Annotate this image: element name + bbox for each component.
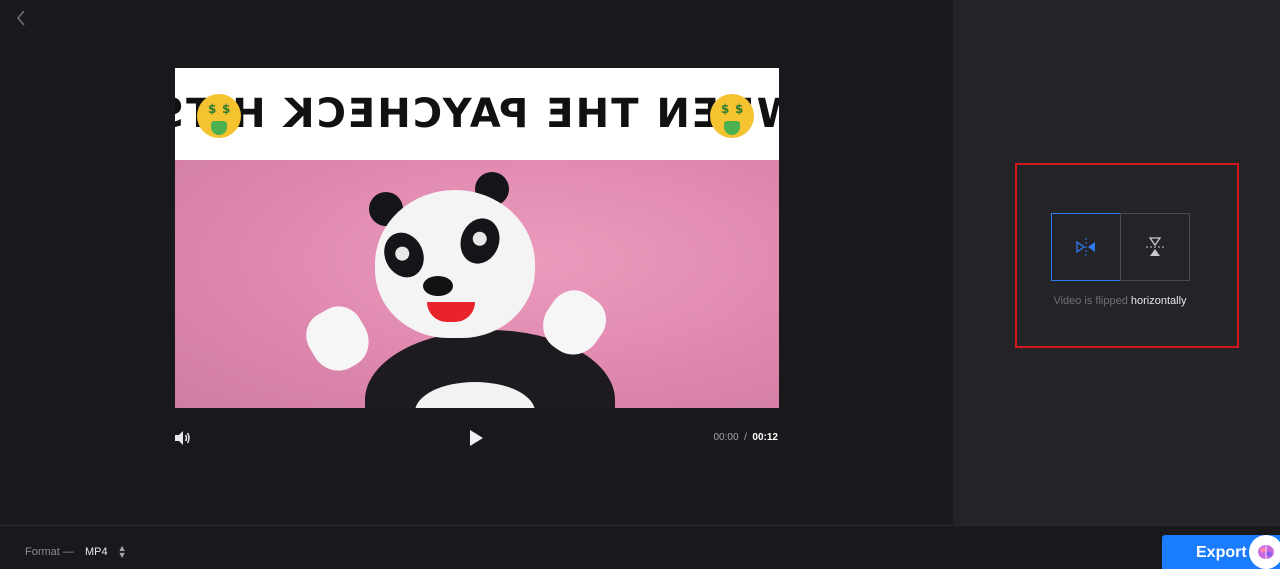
flip-horizontal-button[interactable] bbox=[1051, 213, 1121, 281]
export-label: Export bbox=[1196, 544, 1247, 561]
flip-status-text: Video is flipped horizontally bbox=[1015, 295, 1225, 307]
flip-vertical-icon bbox=[1146, 237, 1164, 256]
video-caption: WHEN THE PAYCHECK HITS bbox=[175, 91, 779, 137]
select-arrows-icon: ▲ ▼ bbox=[117, 543, 127, 560]
duration: 00:12 bbox=[752, 432, 778, 443]
play-icon bbox=[470, 430, 483, 446]
flip-vertical-button[interactable] bbox=[1120, 213, 1190, 281]
money-mouth-face-icon: $ $ bbox=[710, 94, 754, 138]
format-label: Format — bbox=[25, 546, 74, 558]
video-frame bbox=[175, 160, 779, 408]
volume-button[interactable] bbox=[173, 429, 191, 447]
video-preview: WHEN THE PAYCHECK HITS $ $ $ $ bbox=[175, 68, 779, 408]
assistant-button[interactable] bbox=[1249, 535, 1280, 569]
format-select[interactable]: MP4 ▲ ▼ bbox=[85, 543, 127, 560]
play-button[interactable] bbox=[467, 428, 485, 448]
chevron-left-icon bbox=[16, 10, 25, 26]
bottom-bar bbox=[0, 525, 1280, 567]
flip-status-prefix: Video is flipped bbox=[1053, 295, 1128, 307]
flip-status-mode: horizontally bbox=[1130, 295, 1187, 307]
money-mouth-face-icon: $ $ bbox=[197, 94, 241, 138]
current-time: 00:00 bbox=[713, 432, 739, 443]
back-button[interactable] bbox=[10, 7, 32, 29]
flip-horizontal-icon bbox=[1076, 238, 1095, 256]
format-value: MP4 bbox=[85, 546, 108, 558]
playback-time: 00:00 / 00:12 bbox=[713, 432, 778, 443]
speaker-icon bbox=[175, 431, 190, 445]
time-separator: / bbox=[744, 432, 747, 443]
brain-icon bbox=[1258, 545, 1274, 559]
